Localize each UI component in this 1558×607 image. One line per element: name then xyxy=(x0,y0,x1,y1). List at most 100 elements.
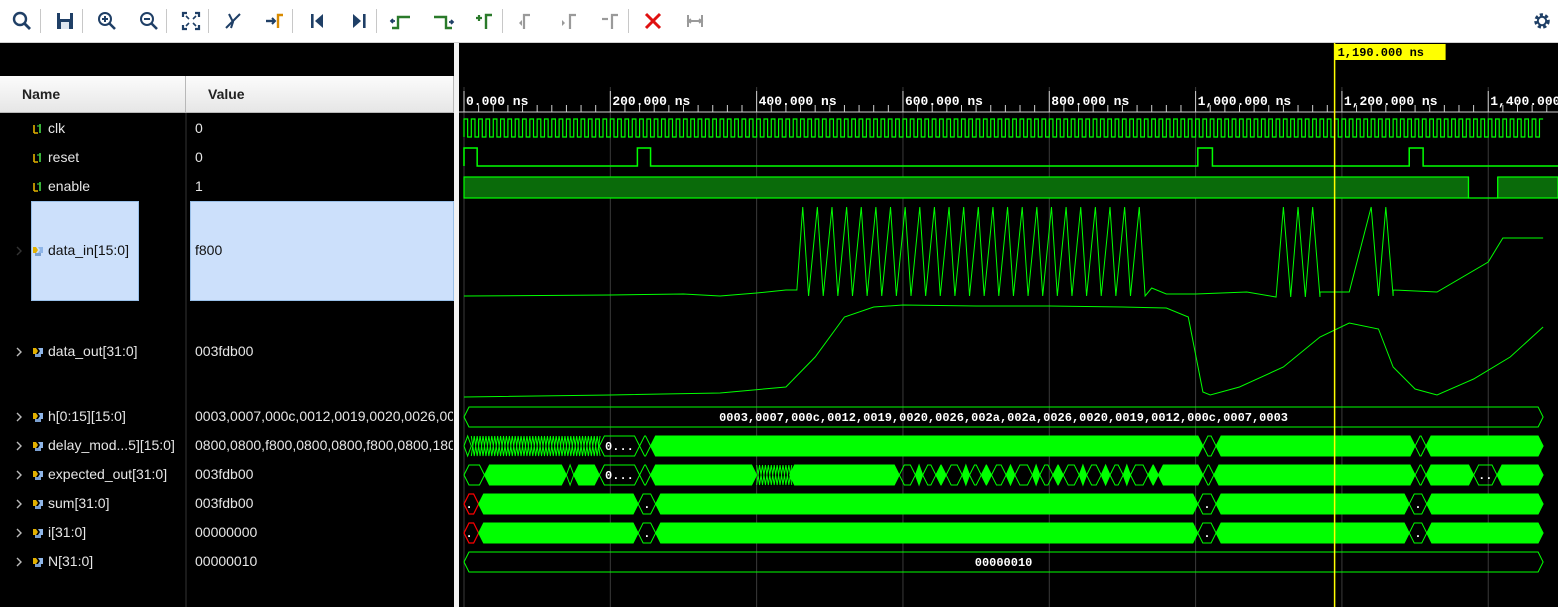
expected-bus-seg xyxy=(573,464,600,486)
next-marker-button xyxy=(556,8,582,34)
go-to-end-button[interactable] xyxy=(346,8,372,34)
signal-row-data-in-15-0[interactable]: data_in[15:0] f800 xyxy=(0,201,454,301)
chevron-right-icon[interactable] xyxy=(14,346,24,358)
zoom-fit-icon xyxy=(181,11,201,31)
chevron-right-icon[interactable] xyxy=(14,440,24,452)
toolbar-separator xyxy=(82,9,83,33)
signal-row-expected-out-31-0[interactable]: expected_out[31:0] 003fdb00 xyxy=(0,460,454,489)
name-column-header[interactable]: Name xyxy=(0,76,186,113)
sum-bus-seg xyxy=(478,493,639,515)
expected-bus-seg xyxy=(968,464,982,486)
value-column-header[interactable]: Value xyxy=(186,76,454,113)
bus-signal-icon xyxy=(33,557,43,567)
signal-name: h[0:15][15:0] xyxy=(48,407,126,424)
expected-bus-seg xyxy=(945,464,963,486)
expected-bus-seg xyxy=(1496,464,1544,486)
signal-value: 003fdb00 xyxy=(195,494,254,511)
reset-waveform xyxy=(463,147,1558,167)
insert-marker-button[interactable] xyxy=(262,8,288,34)
expected-bus-seg xyxy=(1014,464,1034,486)
prev-marker-icon xyxy=(519,13,530,29)
bit-signal-icon xyxy=(33,181,41,192)
signal-row-reset[interactable]: reset 0 xyxy=(0,143,454,172)
zoom-in-button[interactable] xyxy=(94,8,120,34)
expected-bus-seg xyxy=(1122,463,1132,487)
save-button[interactable] xyxy=(52,8,78,34)
time-tick-label: 1,000.000 ns xyxy=(1198,94,1292,109)
previous-transition-button[interactable] xyxy=(388,8,414,34)
add-marker-button[interactable] xyxy=(472,8,498,34)
expected-bus-seg xyxy=(483,464,567,486)
signal-name: enable xyxy=(48,177,91,194)
signal-row-sum-31-0[interactable]: sum[31:0] 003fdb00 xyxy=(0,489,454,518)
toolbar-separator xyxy=(502,9,503,33)
signal-name: data_out[31:0] xyxy=(48,342,138,359)
sum-bus-seg xyxy=(1426,493,1544,515)
measure-button xyxy=(682,8,708,34)
signal-row-data-out-31-0[interactable]: data_out[31:0] 003fdb00 xyxy=(0,301,454,402)
signal-name: reset xyxy=(48,148,80,165)
enable-high-region xyxy=(1497,176,1558,199)
delete-all-markers-button[interactable] xyxy=(640,8,666,34)
expected-bus-seg xyxy=(639,464,652,486)
h-bus-label: 0003,0007,000c,0012,0019,0020,0026,002a,… xyxy=(719,411,1288,425)
next-transition-button[interactable] xyxy=(430,8,456,34)
expected-bus-seg xyxy=(1100,463,1111,487)
chevron-right-icon[interactable] xyxy=(14,498,24,510)
bus-signal-icon xyxy=(33,412,43,422)
chevron-right-icon[interactable] xyxy=(14,469,24,481)
i-bus-seg-label: . xyxy=(465,527,472,541)
signal-value: 0003,0007,000c,0012,0019,0020,0026,002a,… xyxy=(195,407,453,424)
expected-bus-seg xyxy=(914,463,924,487)
bus-signal-icon xyxy=(33,247,43,256)
signal-row-delay-mod-5-15-0[interactable]: delay_mod...5][15:0] 0800,0800,f800,0800,… xyxy=(0,431,454,460)
chevron-right-icon[interactable] xyxy=(14,527,24,539)
expected-bus-seg xyxy=(990,464,1007,486)
minus-marker-icon xyxy=(602,13,618,29)
previous-marker-button xyxy=(514,8,540,34)
sum-bus-seg xyxy=(655,493,1199,515)
signal-row-enable[interactable]: enable 1 xyxy=(0,172,454,201)
chevron-right-icon[interactable] xyxy=(14,245,24,257)
signal-name: expected_out[31:0] xyxy=(48,465,168,482)
chevron-right-icon[interactable] xyxy=(14,411,24,423)
n-bus-label: 00000010 xyxy=(975,556,1033,570)
i-bus-seg xyxy=(655,522,1199,544)
signal-row-n-31-0[interactable]: N[31:0] 00000010 xyxy=(0,547,454,576)
i-bus-seg xyxy=(1215,522,1410,544)
time-tick-label: 600.000 ns xyxy=(905,94,983,109)
zoom-fit-button[interactable] xyxy=(178,8,204,34)
toolbar-separator xyxy=(292,9,293,33)
expected-bus-xzone xyxy=(756,464,793,486)
signal-value: 00000000 xyxy=(195,523,258,540)
signal-row-clk[interactable]: clk 0 xyxy=(0,114,454,143)
zoom-search-button[interactable] xyxy=(9,8,35,34)
expected-bus-seg xyxy=(1086,464,1102,486)
expected-bus-seg xyxy=(898,464,916,486)
settings-button[interactable] xyxy=(1530,9,1554,33)
signal-name: data_in[15:0] xyxy=(48,242,129,258)
zoom-out-button[interactable] xyxy=(136,8,162,34)
expected-bus-seg xyxy=(1129,464,1149,486)
bus-signal-icon xyxy=(33,347,43,357)
time-tick-label: 1,200.000 ns xyxy=(1344,94,1438,109)
signal-row-i-31-0[interactable]: i[31:0] 00000000 xyxy=(0,518,454,547)
bus-signal-icon xyxy=(33,528,43,538)
expected-bus-seg xyxy=(1109,464,1124,486)
delay-bus-seg xyxy=(1425,435,1544,457)
gear-icon xyxy=(1534,13,1550,29)
delay-bus-seg xyxy=(639,435,652,457)
signal-row-h-0-15-15-0[interactable]: h[0:15][15:0] 0003,0007,000c,0012,0019,00… xyxy=(0,402,454,431)
expected-bus-seg-label: 0... xyxy=(605,469,634,483)
enable-high-region xyxy=(463,176,1470,199)
waveform-pane[interactable]: 0.000 ns 200.000 ns 400.000 ns 600.000 ns 80… xyxy=(459,43,1558,607)
expected-bus-seg xyxy=(922,464,937,486)
signal-value: 0 xyxy=(195,148,203,165)
chevron-right-icon[interactable] xyxy=(14,556,24,568)
expected-bus-seg xyxy=(1414,464,1427,486)
go-to-start-button[interactable] xyxy=(304,8,330,34)
expected-bus-seg xyxy=(1147,464,1159,486)
bus-signal-icon xyxy=(33,470,43,480)
go-to-cursor-button[interactable] xyxy=(220,8,246,34)
data-out-waveform xyxy=(463,304,1544,398)
